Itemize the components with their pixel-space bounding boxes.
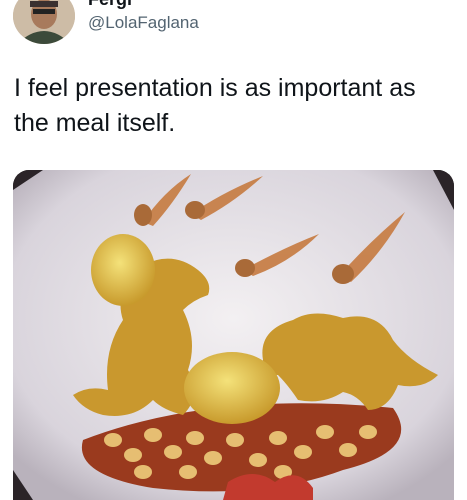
author-display-name[interactable]: Fergi [88,0,132,9]
tweet-text: I feel presentation is as important as t… [14,74,416,137]
profile-photo-icon [13,0,75,44]
ellipsis-icon[interactable]: ··· [428,0,449,6]
food-plate-photo-icon [13,170,454,500]
author-avatar[interactable] [13,0,75,44]
tweet-media[interactable] [13,170,454,500]
author-handle[interactable]: @LolaFaglana [88,12,199,34]
